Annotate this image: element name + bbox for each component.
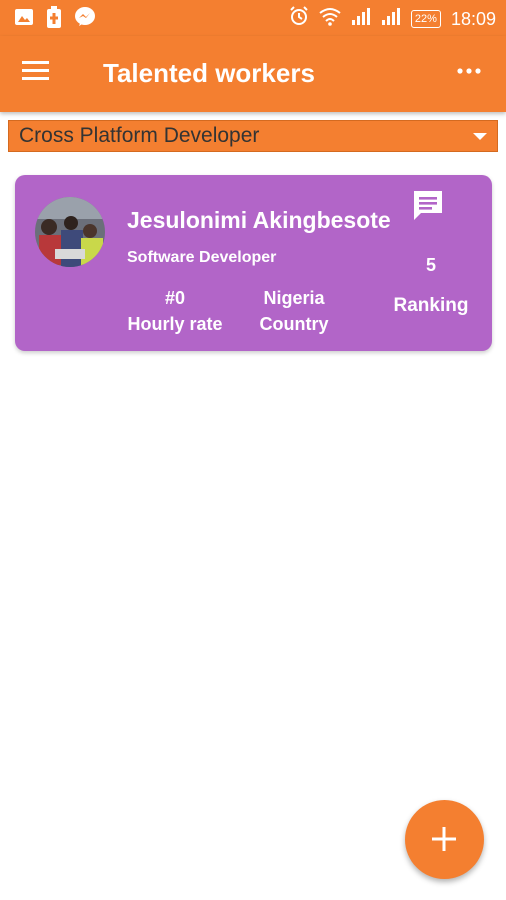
battery-charging-icon xyxy=(46,6,62,33)
messenger-icon xyxy=(74,6,96,33)
country-value: Nigeria xyxy=(263,288,325,308)
category-dropdown[interactable]: Cross Platform Developer xyxy=(8,120,498,152)
app-bar: Talented workers xyxy=(0,36,506,112)
clock: 18:09 xyxy=(450,8,496,29)
hourly-rate-stat: #0 Hourly rate xyxy=(120,285,230,337)
signal-icon xyxy=(381,6,401,31)
hamburger-icon xyxy=(22,61,50,86)
ranking-value: 5 xyxy=(425,255,436,275)
worker-title: Software Developer xyxy=(127,249,277,266)
worker-card[interactable]: Jesulonimi Akingbesote Software Develope… xyxy=(15,175,492,351)
status-bar-left xyxy=(14,6,96,33)
image-icon xyxy=(14,7,34,32)
page-title: Talented workers xyxy=(103,58,315,88)
wifi-icon xyxy=(319,6,341,31)
menu-button[interactable] xyxy=(22,60,58,88)
chat-button[interactable] xyxy=(412,189,446,223)
country-label: Country xyxy=(259,314,329,334)
more-options-button[interactable] xyxy=(456,62,486,86)
worker-name: Jesulonimi Akingbesote xyxy=(127,207,391,233)
chat-icon xyxy=(412,191,446,227)
country-stat: Nigeria Country xyxy=(250,285,338,337)
status-bar: 22% 18:09 xyxy=(0,0,506,36)
status-bar-right: 22% 18:09 xyxy=(289,6,496,31)
more-horizontal-icon xyxy=(456,62,482,79)
add-worker-button[interactable] xyxy=(405,800,484,879)
hourly-rate-value: #0 xyxy=(164,288,186,308)
hourly-rate-label: Hourly rate xyxy=(127,314,223,334)
ranking-label: Ranking xyxy=(393,295,469,316)
signal-icon xyxy=(351,6,371,31)
alarm-icon xyxy=(289,6,309,31)
category-dropdown-value: Cross Platform Developer xyxy=(19,124,260,147)
avatar xyxy=(35,197,105,267)
dropdown-caret-icon xyxy=(473,133,487,140)
battery-indicator: 22% xyxy=(410,9,441,28)
